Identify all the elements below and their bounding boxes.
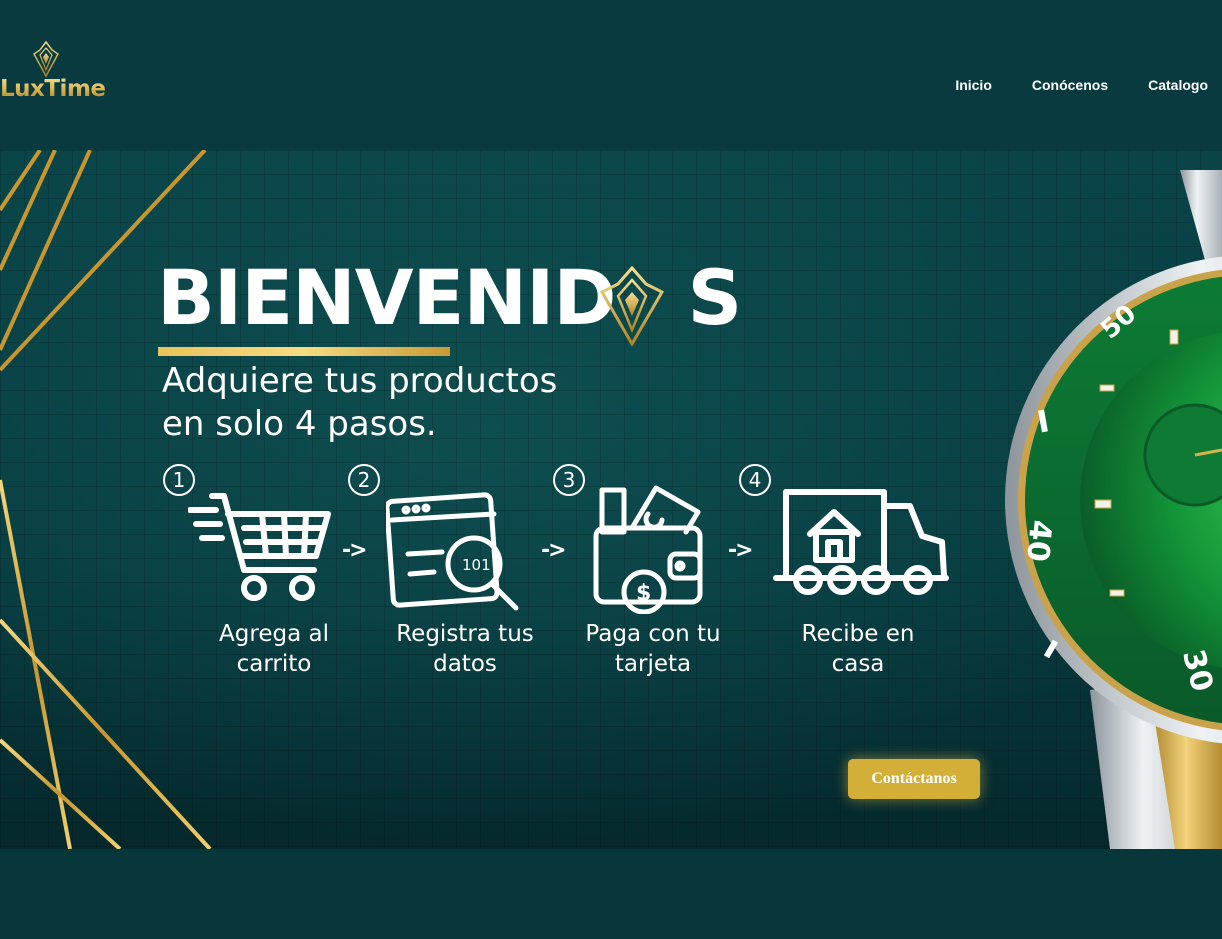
shopping-cart-icon	[188, 493, 331, 601]
wallet-icon: $	[593, 485, 703, 614]
step-label-4-line1: Recibe en	[801, 621, 915, 647]
diamond-o-icon	[600, 266, 664, 346]
nav-item-conocenos[interactable]: Conócenos	[1032, 77, 1108, 93]
hero-title-main: BIENVENID	[157, 253, 616, 342]
delivery-truck-icon	[773, 489, 949, 595]
step-label-3: Paga con tu tarjeta	[563, 619, 743, 679]
step-label-4: Recibe en casa	[768, 619, 948, 679]
step-number-4: 4	[739, 464, 771, 496]
step-number-2: 2	[348, 464, 380, 496]
hero-banner: 50 40 30 BIENVENID S Adquiere tus product…	[0, 150, 1222, 849]
browser-search-icon: 101	[386, 492, 519, 611]
step-label-3-line1: Paga con tu	[585, 621, 721, 647]
svg-text:40: 40	[1019, 518, 1058, 563]
step-label-1-line2: carrito	[236, 651, 312, 677]
step-label-1: Agrega al carrito	[184, 619, 364, 679]
contact-button[interactable]: Contáctanos	[848, 759, 980, 799]
main-nav: Inicio Conócenos Catalogo	[955, 77, 1208, 93]
page-footer-area	[0, 849, 1222, 939]
watch-image: 50 40 30	[1005, 170, 1222, 849]
page: LuxTime Inicio Conócenos Catalogo 50 40 …	[0, 0, 1222, 939]
site-header: LuxTime Inicio Conócenos Catalogo	[0, 0, 1222, 150]
step-label-1-line1: Agrega al	[219, 621, 329, 647]
step-label-2-line2: datos	[433, 651, 497, 677]
brand-logo[interactable]: LuxTime	[0, 40, 106, 110]
step-number-3: 3	[553, 464, 585, 496]
title-underline	[158, 347, 450, 356]
nav-item-inicio[interactable]: Inicio	[955, 77, 992, 93]
brand-name: LuxTime	[0, 76, 106, 102]
diamond-logo-icon	[33, 40, 59, 78]
nav-item-catalogo[interactable]: Catalogo	[1148, 77, 1208, 93]
step-label-4-line2: casa	[831, 651, 885, 677]
svg-text:$: $	[636, 581, 651, 606]
svg-text:101: 101	[462, 556, 491, 574]
step-label-3-line2: tarjeta	[614, 651, 692, 677]
hero-subtitle-line2: en solo 4 pasos.	[162, 404, 437, 444]
hero-subtitle: Adquiere tus productos en solo 4 pasos.	[162, 360, 642, 446]
step-arrow-3: ->	[728, 538, 754, 563]
step-arrow-2: ->	[541, 538, 567, 563]
hero-subtitle-line1: Adquiere tus productos	[162, 361, 558, 401]
hero-title-tail: S	[687, 253, 742, 342]
step-arrow-1: ->	[342, 538, 368, 563]
step-label-2-line1: Registra tus	[396, 621, 534, 647]
step-label-2: Registra tus datos	[375, 619, 555, 679]
